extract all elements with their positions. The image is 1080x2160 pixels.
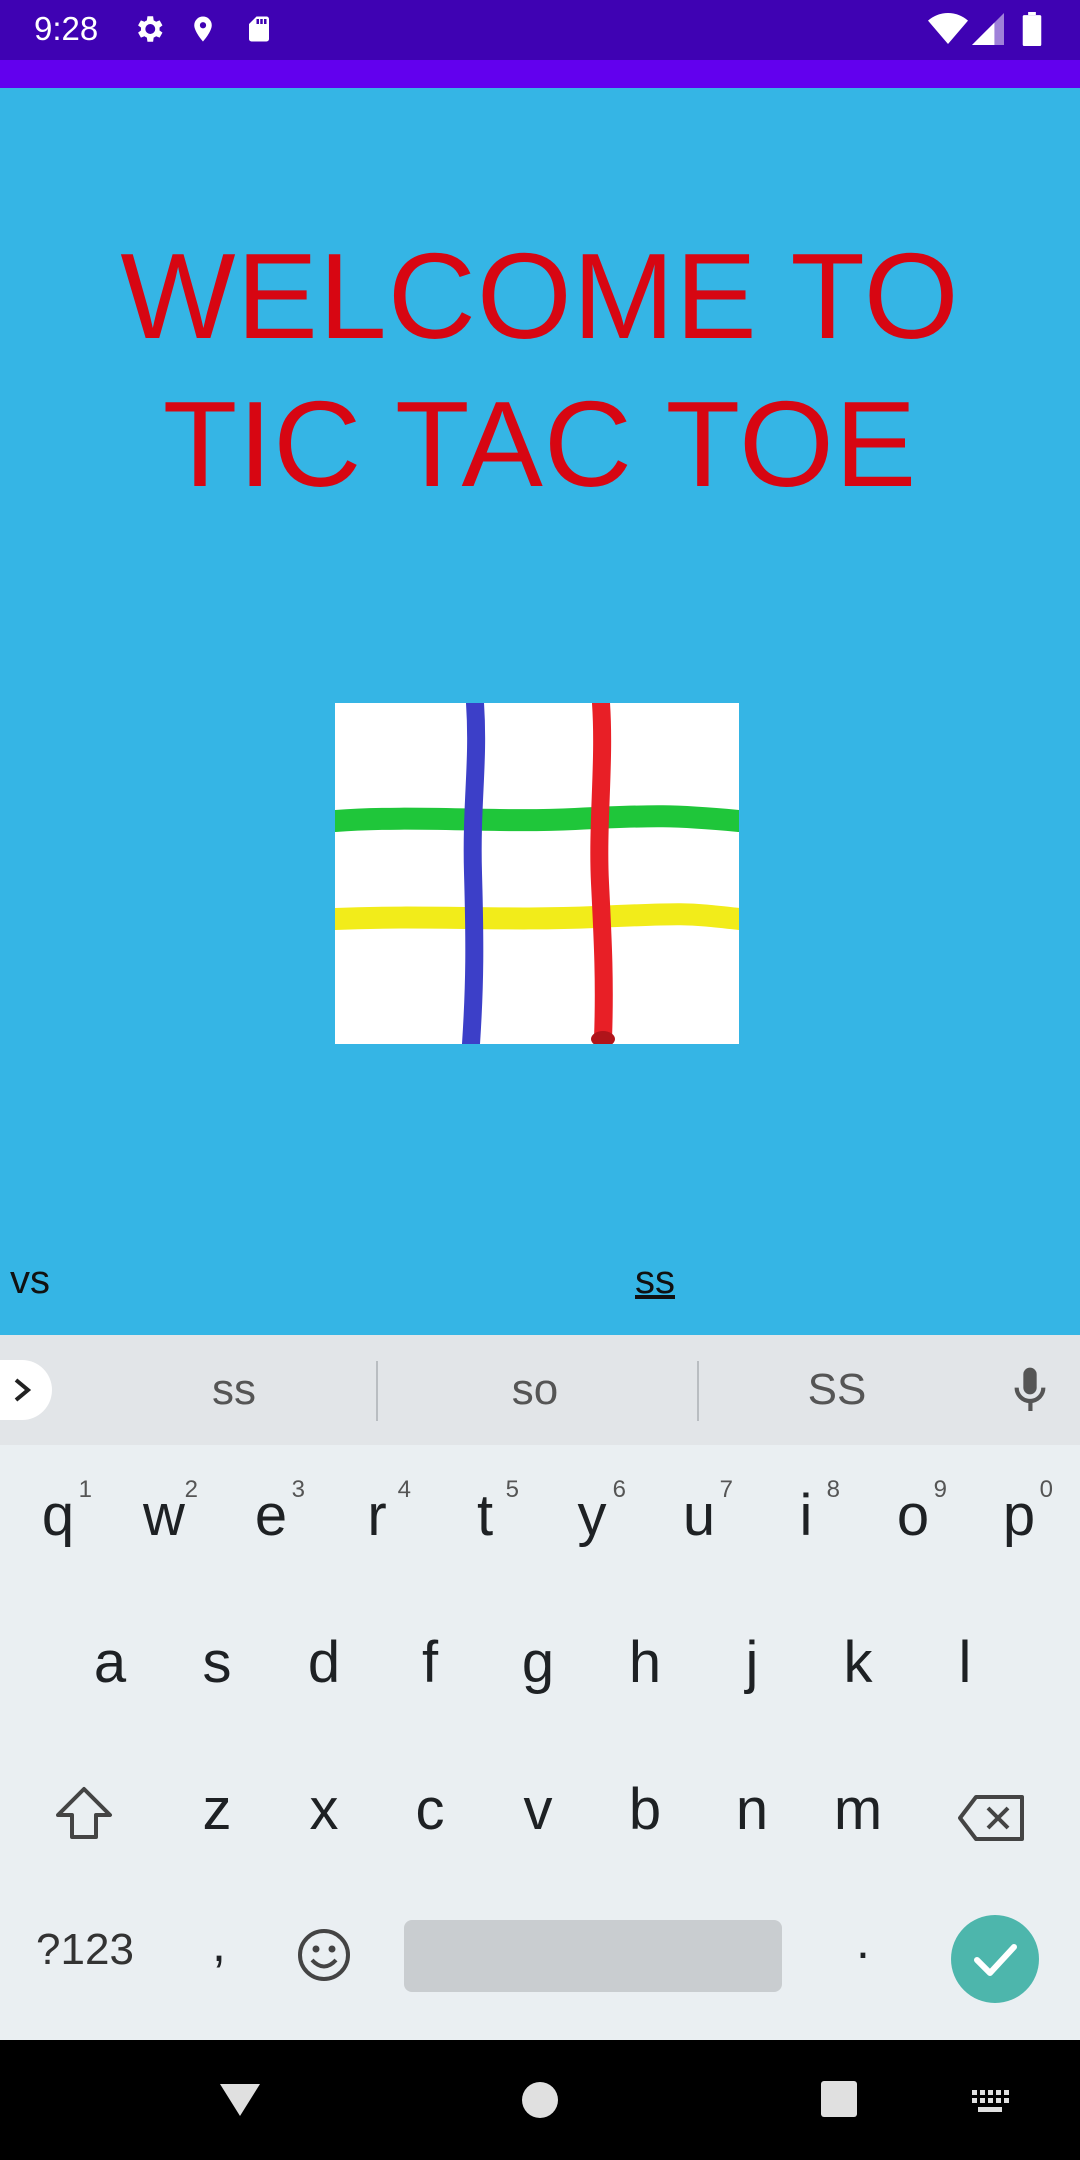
- home-icon[interactable]: [520, 2080, 560, 2125]
- key-hint: 2: [184, 1476, 198, 1503]
- symbols-key[interactable]: ?123: [20, 1925, 150, 1975]
- key-hint: 3: [291, 1476, 305, 1503]
- wifi-icon: [928, 12, 968, 51]
- space-key[interactable]: [404, 1920, 782, 1992]
- sd-card-icon: [244, 12, 274, 51]
- key-9[interactable]: p0: [979, 1476, 1059, 1549]
- app-bar: [0, 60, 1080, 88]
- key-5[interactable]: y6: [552, 1476, 632, 1549]
- key-hint: 7: [719, 1476, 733, 1503]
- suggestion-1[interactable]: ss: [134, 1365, 334, 1415]
- key-4[interactable]: g: [498, 1629, 578, 1696]
- expand-suggestions-button[interactable]: [0, 1360, 52, 1420]
- gear-icon: [132, 12, 166, 51]
- divider: [376, 1361, 378, 1421]
- key-7[interactable]: i8: [766, 1476, 846, 1549]
- key-7[interactable]: k: [818, 1629, 898, 1696]
- key-5[interactable]: h: [605, 1629, 685, 1696]
- key-1[interactable]: x: [284, 1776, 364, 1843]
- microphone-icon[interactable]: [1010, 1363, 1050, 1424]
- key-8[interactable]: l: [925, 1629, 1005, 1696]
- location-icon: [188, 12, 218, 51]
- player2-field[interactable]: ss: [635, 1258, 675, 1303]
- key-3[interactable]: v: [498, 1776, 578, 1843]
- comma-key[interactable]: ,: [194, 1915, 244, 1973]
- divider: [697, 1361, 699, 1421]
- key-1[interactable]: w2: [124, 1476, 204, 1549]
- welcome-title-line2: TIC TAC TOE: [162, 376, 918, 512]
- key-hint: 6: [612, 1476, 626, 1503]
- checkmark-icon: [974, 1944, 1017, 1976]
- key-hint: 9: [933, 1476, 947, 1503]
- key-8[interactable]: o9: [873, 1476, 953, 1549]
- navigation-bar: [0, 2040, 1080, 2160]
- enter-key[interactable]: [951, 1915, 1039, 2003]
- key-4[interactable]: t5: [445, 1476, 525, 1549]
- key-4[interactable]: b: [605, 1776, 685, 1843]
- player1-field[interactable]: vs: [10, 1258, 50, 1303]
- key-6[interactable]: j: [712, 1629, 792, 1696]
- backspace-key[interactable]: [958, 1790, 1028, 1841]
- key-0[interactable]: z: [177, 1776, 257, 1843]
- key-hint: 1: [78, 1476, 92, 1503]
- status-bar: 9:28: [0, 0, 1080, 60]
- period-key[interactable]: .: [838, 1912, 888, 1970]
- signal-icon: [972, 12, 1004, 51]
- board-image: [324, 694, 750, 1053]
- shift-key[interactable]: [54, 1785, 114, 1841]
- key-3[interactable]: f: [390, 1629, 470, 1696]
- key-5[interactable]: n: [712, 1776, 792, 1843]
- key-2[interactable]: c: [390, 1776, 470, 1843]
- battery-icon: [1022, 12, 1042, 51]
- welcome-title: WELCOME TO TIC TAC TOE: [0, 222, 1080, 518]
- key-0[interactable]: a: [70, 1629, 150, 1696]
- key-6[interactable]: m: [818, 1776, 898, 1843]
- key-2[interactable]: d: [284, 1629, 364, 1696]
- suggestion-3[interactable]: SS: [737, 1365, 937, 1415]
- key-hint: 5: [505, 1476, 519, 1503]
- suggestion-2[interactable]: so: [435, 1365, 635, 1415]
- key-0[interactable]: q1: [18, 1476, 98, 1549]
- key-hint: 0: [1039, 1476, 1053, 1503]
- key-1[interactable]: s: [177, 1629, 257, 1696]
- back-icon[interactable]: [218, 2080, 262, 2125]
- recents-icon[interactable]: [820, 2080, 858, 2123]
- key-hint: 4: [397, 1476, 411, 1503]
- emoji-key[interactable]: [296, 1927, 352, 1983]
- key-6[interactable]: u7: [659, 1476, 739, 1549]
- welcome-title-line1: WELCOME TO: [120, 228, 960, 364]
- status-time: 9:28: [34, 10, 99, 47]
- key-2[interactable]: e3: [231, 1476, 311, 1549]
- key-3[interactable]: r4: [337, 1476, 417, 1549]
- key-hint: 8: [826, 1476, 840, 1503]
- keyboard-switch-icon[interactable]: [970, 2088, 1010, 2121]
- suggestion-bar: ss so SS: [0, 1335, 1080, 1445]
